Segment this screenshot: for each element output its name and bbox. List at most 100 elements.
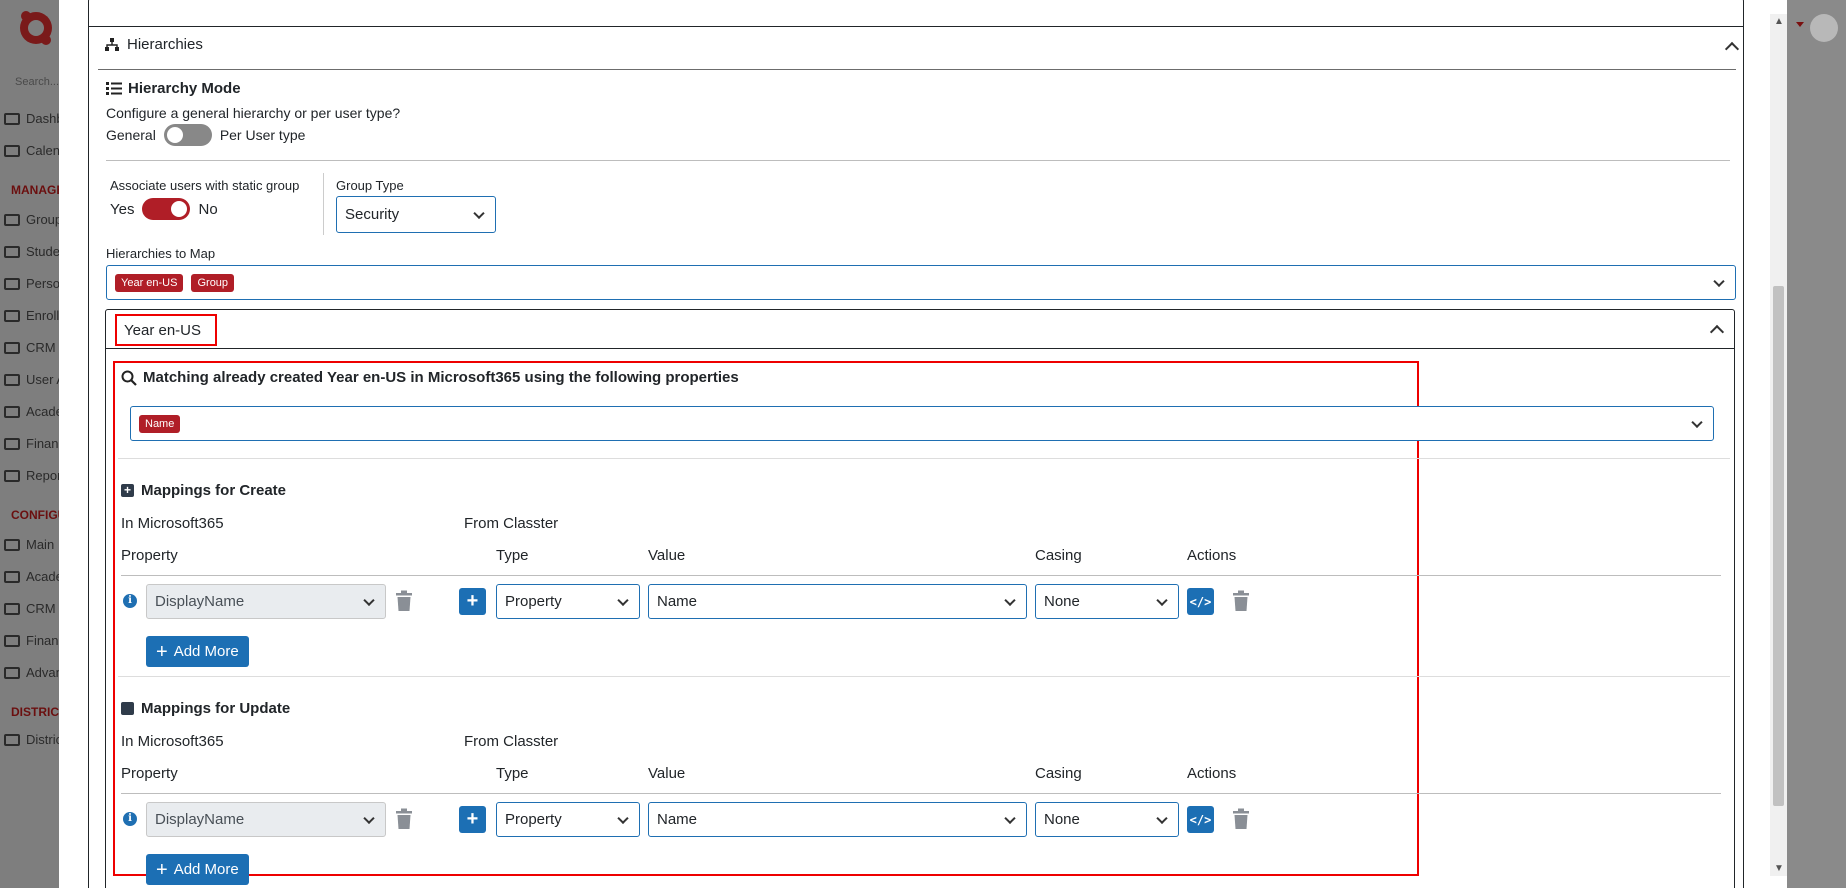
tag-year[interactable]: Year en-US — [115, 273, 184, 292]
bg-item-crm-settings: CRM Settings — [4, 601, 60, 616]
create-casing-select[interactable]: None — [1035, 584, 1179, 619]
associate-yes-label: Yes — [110, 200, 135, 218]
create-value-select[interactable]: Name — [648, 584, 1027, 619]
matching-title: Matching already created Year en-US in M… — [121, 369, 739, 386]
update-property-select[interactable]: DisplayName — [146, 802, 386, 837]
trash-icon[interactable] — [1232, 808, 1250, 830]
hierarchies-to-map-multiselect[interactable]: Year en-US Group — [106, 265, 1736, 300]
bg-item-reports: Reports — [4, 468, 60, 483]
bg-item-main: Main — [4, 537, 54, 552]
create-property-select[interactable]: DisplayName — [146, 584, 386, 619]
create-col-value: Value — [648, 547, 686, 564]
chevron-down-icon — [1004, 594, 1016, 606]
bg-item-finance-config: Finance — [4, 633, 60, 648]
add-mapping-plus-button[interactable]: + — [459, 806, 486, 833]
tag-group[interactable]: Group — [191, 273, 235, 292]
chevron-down-icon — [363, 594, 375, 606]
bg-item-districts: Districts — [4, 732, 60, 747]
bg-item-academics-config: Academics — [4, 569, 60, 584]
create-in-microsoft365-label: In Microsoft365 — [121, 515, 224, 532]
matching-properties-multiselect[interactable]: Name — [130, 406, 1714, 441]
calendar-icon — [4, 144, 20, 157]
trash-icon[interactable] — [395, 590, 413, 612]
create-col-type: Type — [496, 547, 529, 564]
modal-scrollbar[interactable]: ▲ ▼ — [1770, 14, 1787, 876]
info-icon[interactable]: i — [123, 812, 137, 826]
students-icon — [4, 245, 20, 258]
bg-item-advanced: Advanced — [4, 665, 60, 680]
bg-item-finance: Finance — [4, 436, 60, 451]
coins-icon — [4, 634, 20, 647]
mappings-create-title: + Mappings for Create — [121, 482, 286, 499]
year-panel-title[interactable]: Year en-US — [115, 314, 217, 346]
avatar — [1810, 14, 1838, 42]
update-col-type: Type — [496, 765, 529, 782]
scroll-down-icon[interactable]: ▼ — [1774, 863, 1784, 874]
list-icon — [4, 733, 20, 746]
crm-icon — [4, 602, 20, 615]
hierarchy-mode-switch[interactable] — [163, 124, 212, 146]
trash-icon[interactable] — [1232, 590, 1250, 612]
hierarchies-to-map-label: Hierarchies to Map — [106, 246, 216, 261]
associate-static-group-switch[interactable] — [142, 198, 191, 220]
group-type-select[interactable]: Security — [336, 196, 496, 233]
chevron-down-icon — [617, 594, 629, 606]
gear-icon — [4, 666, 20, 679]
update-value-select[interactable]: Name — [648, 802, 1027, 837]
trash-icon[interactable] — [395, 808, 413, 830]
create-add-more-button[interactable]: + Add More — [146, 636, 249, 667]
hierarchies-title: Hierarchies — [127, 36, 203, 53]
scrollbar-thumb[interactable] — [1773, 286, 1784, 806]
chevron-down-icon — [1156, 812, 1168, 824]
add-mapping-plus-button[interactable]: + — [459, 588, 486, 615]
plus-icon: + — [156, 858, 168, 881]
key-icon — [4, 373, 20, 386]
bg-section-districts: DISTRICTS — [11, 705, 60, 719]
sitemap-icon — [105, 38, 119, 51]
coins-icon — [4, 437, 20, 450]
tag-name[interactable]: Name — [139, 414, 181, 433]
create-type-select[interactable]: Property — [496, 584, 640, 619]
update-col-casing: Casing — [1035, 765, 1082, 782]
plus-square-icon: + — [121, 484, 134, 497]
crm-icon — [4, 341, 20, 354]
grid-icon — [4, 570, 20, 583]
code-icon[interactable]: </> — [1187, 806, 1214, 833]
update-type-select[interactable]: Property — [496, 802, 640, 837]
groups-icon — [4, 213, 20, 226]
update-from-classter-label: From Classter — [464, 733, 559, 750]
background-topbar-right — [1786, 0, 1846, 888]
info-icon[interactable]: i — [123, 594, 137, 608]
chevron-down-icon — [1713, 275, 1725, 287]
toggle-label-per-user-type: Per User type — [219, 127, 306, 143]
chevron-down-icon — [363, 812, 375, 824]
person-icon — [4, 277, 20, 290]
enroll-icon — [4, 309, 20, 322]
bg-section-manage: MANAGE — [11, 183, 60, 197]
caret-down-icon — [1796, 22, 1804, 27]
bg-item-groups: Groups — [4, 212, 60, 227]
update-col-value: Value — [648, 765, 686, 782]
bg-item-enrollments: Enrollments — [4, 308, 60, 323]
search-icon — [121, 370, 137, 386]
bg-item-dashboard: Dashboard — [4, 111, 60, 126]
hierarchy-mode-toggle-row: General Per User type — [106, 124, 305, 146]
report-icon — [4, 469, 20, 482]
hierarchies-header[interactable]: Hierarchies — [105, 36, 203, 53]
hierarchy-mode-title: Hierarchy Mode — [106, 80, 241, 97]
chevron-down-icon — [617, 812, 629, 824]
grid-icon — [4, 405, 20, 418]
square-icon — [121, 702, 134, 715]
update-casing-select[interactable]: None — [1035, 802, 1179, 837]
associate-static-group-label: Associate users with static group — [110, 178, 300, 193]
update-add-more-button[interactable]: + Add More — [146, 854, 249, 885]
scroll-up-icon[interactable]: ▲ — [1774, 16, 1784, 27]
code-icon[interactable]: </> — [1187, 588, 1214, 615]
background-search: Search... — [15, 76, 60, 88]
create-col-actions: Actions — [1187, 547, 1237, 564]
update-col-actions: Actions — [1187, 765, 1237, 782]
update-col-property: Property — [121, 765, 178, 782]
app-logo — [20, 11, 52, 45]
bg-item-persons: Persons — [4, 276, 60, 291]
bg-section-configure: CONFIGURE — [11, 508, 60, 522]
